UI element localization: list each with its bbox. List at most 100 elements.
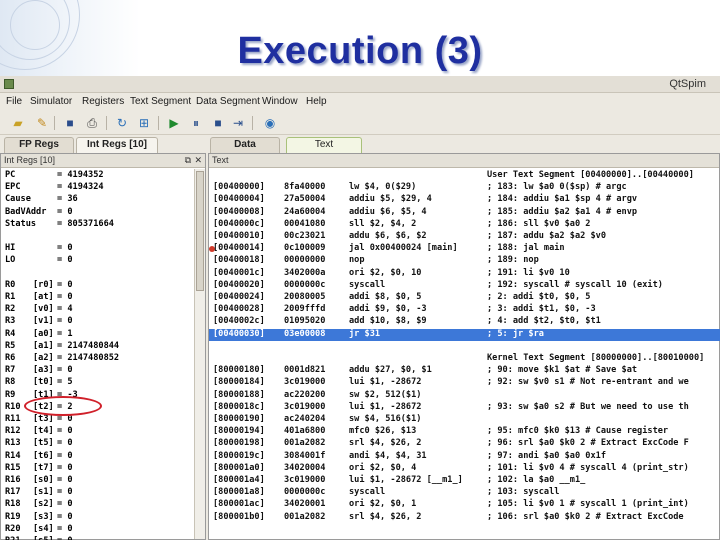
menubar: File Simulator Registers Text Segment Da… — [0, 93, 720, 111]
instruction-hex: 3c019000 — [284, 377, 326, 388]
stop-icon[interactable]: ■ — [210, 115, 226, 131]
instruction-address: [800001a8] — [213, 487, 265, 498]
scrollbar-thumb[interactable] — [196, 171, 204, 291]
save-icon[interactable]: ■ — [62, 115, 78, 131]
float-panel-icon[interactable]: ⧉ — [185, 155, 191, 166]
code-line[interactable]: [800001a4] 3c019000 lui $1, -28672 [__m1_]… — [209, 475, 720, 487]
instruction-text: sw $4, 516($1) — [349, 414, 422, 424]
tab-fp-regs[interactable]: FP Regs — [4, 137, 74, 153]
code-line[interactable]: [80000184] 3c019000 lui $1, -28672 ; 92: sw… — [209, 377, 720, 389]
instruction-hex: 0c100009 — [284, 243, 326, 254]
menu-registers[interactable]: Registers — [82, 96, 124, 107]
code-line[interactable]: [00400024] 20080005 addi $8, $0, 5 ; 2: add… — [209, 292, 720, 304]
instruction-address: [800001b0] — [213, 511, 265, 522]
code-line[interactable]: [00400028] 2009fffd addi $9, $0, -3 ; 3: ad… — [209, 304, 720, 316]
tab-text[interactable]: Text — [286, 137, 362, 153]
register-value: = 805371664 — [57, 218, 114, 229]
pause-icon[interactable]: ⏸ — [188, 115, 204, 131]
code-line[interactable]: [0040000c] 00041080 sll $2, $4, 2 ; 186: sl… — [209, 219, 720, 231]
code-line[interactable]: [00400008] 24a60004 addiu $6, $5, 4 ; 185: … — [209, 207, 720, 219]
register-name: R1 — [5, 292, 16, 302]
current-instruction-line[interactable]: [00400030] 03e00008 jr $31 ; 5: jr $ra — [209, 328, 720, 341]
register-name: R7 — [5, 365, 16, 376]
tab-bar: FP Regs Int Regs [10] Data Text — [0, 135, 720, 153]
instruction-hex: 0000000c — [284, 487, 326, 498]
reload-icon[interactable]: ✎ — [34, 115, 50, 131]
register-alias: [s3] — [33, 511, 54, 522]
instruction-text: nop — [349, 255, 365, 266]
instruction-text: addiu $6, $5, 4 — [349, 206, 427, 217]
instruction-text: syscall — [349, 487, 386, 498]
single-step-icon[interactable]: ⇥ — [230, 115, 246, 131]
code-line[interactable]: [00400000] 8fa40000 lw $4, 0($29) ; 183: lw… — [209, 182, 720, 194]
print-icon[interactable]: ⎙ — [84, 115, 100, 131]
menu-simulator[interactable]: Simulator — [30, 96, 72, 107]
menu-data-segment[interactable]: Data Segment — [196, 96, 260, 107]
code-line[interactable]: [800001ac] 34020001 ori $2, $0, 1 ; 105: li… — [209, 499, 720, 511]
code-line[interactable]: [80000188] ac220200 sw $2, 512($1) — [209, 390, 720, 402]
register-name: Status — [5, 218, 37, 229]
register-value: = 0 — [57, 462, 73, 473]
code-line[interactable]: [00400014] 0c100009 jal 0x00400024 [main];… — [209, 243, 720, 255]
code-line[interactable]: [80000194] 401a6800 mfc0 $26, $13 ; 95: mfc… — [209, 426, 720, 438]
toolbar-separator — [158, 116, 159, 130]
code-line[interactable]: [00400010] 00c23021 addu $6, $6, $2 ; 187: … — [209, 231, 720, 243]
instruction-address: [8000018c] — [213, 401, 265, 412]
tab-data[interactable]: Data — [210, 137, 280, 153]
code-line[interactable]: [8000019c] 3084001f andi $4, $4, 31 ; 97: a… — [209, 451, 720, 463]
register-value: = 0 — [57, 499, 73, 510]
code-line[interactable]: [80000190] ac240204 sw $4, 516($1) — [209, 414, 720, 426]
instruction-comment: ; 93: sw $a0 s2 # But we need to use th — [487, 401, 689, 412]
instruction-text: lui $1, -28672 — [349, 377, 422, 388]
instruction-address: [00400004] — [213, 194, 265, 205]
instruction-comment: ; 90: move $k1 $at # Save $at — [487, 365, 638, 376]
run-icon[interactable]: ▶ — [166, 115, 182, 131]
instruction-comment: ; 96: srl $a0 $k0 2 # Extract ExcCode F — [487, 438, 689, 449]
code-line[interactable]: [00400020] 0000000c syscall ; 192: syscall … — [209, 280, 720, 292]
instruction-address: [800001ac] — [213, 499, 265, 510]
close-panel-icon[interactable]: ✕ — [194, 155, 202, 166]
code-line[interactable]: [800001a8] 0000000c syscall ; 103: syscall — [209, 487, 720, 499]
code-line[interactable]: [80000180] 0001d821 addu $27, $0, $1 ; 90: … — [209, 365, 720, 377]
clear-registers-icon[interactable]: ↻ — [114, 115, 130, 131]
instruction-address: [80000184] — [213, 377, 265, 388]
register-alias: [a2] — [33, 353, 54, 363]
menu-help[interactable]: Help — [306, 96, 327, 107]
tab-int-regs[interactable]: Int Regs [10] — [76, 137, 158, 153]
code-line[interactable]: [00400004] 27a50004 addiu $5, $29, 4 ; 184:… — [209, 194, 720, 206]
open-file-icon[interactable]: ▰ — [10, 115, 26, 131]
reinitialize-icon[interactable]: ⊞ — [136, 115, 152, 131]
instruction-comment: ; 186: sll $v0 $a0 2 — [487, 218, 591, 229]
code-line[interactable]: [800001b0] 001a2082 srl $4, $26, 2 ; 106: s… — [209, 512, 720, 524]
register-name: EPC — [5, 182, 21, 193]
code-line[interactable]: User Text Segment [00400000]..[00440000] — [209, 170, 720, 182]
register-alias: [s2] — [33, 499, 54, 510]
menu-file[interactable]: File — [6, 96, 22, 107]
code-line[interactable] — [209, 341, 720, 353]
code-line[interactable]: [8000018c] 3c019000 lui $1, -28672 ; 93: sw… — [209, 402, 720, 414]
instruction-comment: ; 187: addu $a2 $a2 $v0 — [487, 231, 606, 241]
instruction-hex: 20080005 — [284, 292, 326, 302]
instruction-comment: ; 2: addi $t0, $0, 5 — [487, 292, 591, 302]
code-line[interactable]: [0040001c] 3402000a ori $2, $0, 10 ; 191: l… — [209, 268, 720, 280]
register-scrollbar[interactable] — [194, 169, 205, 539]
menu-text-segment[interactable]: Text Segment — [130, 96, 191, 107]
instruction-text: lui $1, -28672 — [349, 401, 422, 412]
register-name: R15 — [5, 462, 21, 473]
menu-window[interactable]: Window — [262, 96, 298, 107]
toolbar-separator — [106, 116, 107, 130]
register-name: R21 — [5, 536, 21, 540]
instruction-address: [80000198] — [213, 438, 265, 449]
code-line[interactable]: [800001a0] 34020004 ori $2, $0, 4 ; 101: li… — [209, 463, 720, 475]
instruction-comment: ; 5: jr $ra — [487, 328, 544, 339]
register-value: = 0 — [57, 206, 73, 217]
code-line[interactable]: [00400018] 00000000 nop ; 189: nop — [209, 255, 720, 267]
instruction-hex: 34020001 — [284, 499, 326, 510]
instruction-text: srl $4, $26, 2 — [349, 511, 422, 522]
code-line[interactable]: [80000198] 001a2082 srl $4, $26, 2 ; 96: sr… — [209, 438, 720, 450]
help-icon[interactable]: ◉ — [262, 115, 278, 131]
code-line[interactable]: [0040002c] 01095020 add $10, $8, $9 ; 4: ad… — [209, 316, 720, 328]
code-line[interactable]: Kernel Text Segment [80000000]..[8001000… — [209, 353, 720, 365]
register-name: LO — [5, 255, 16, 266]
instruction-comment: ; 188: jal main — [487, 243, 565, 254]
